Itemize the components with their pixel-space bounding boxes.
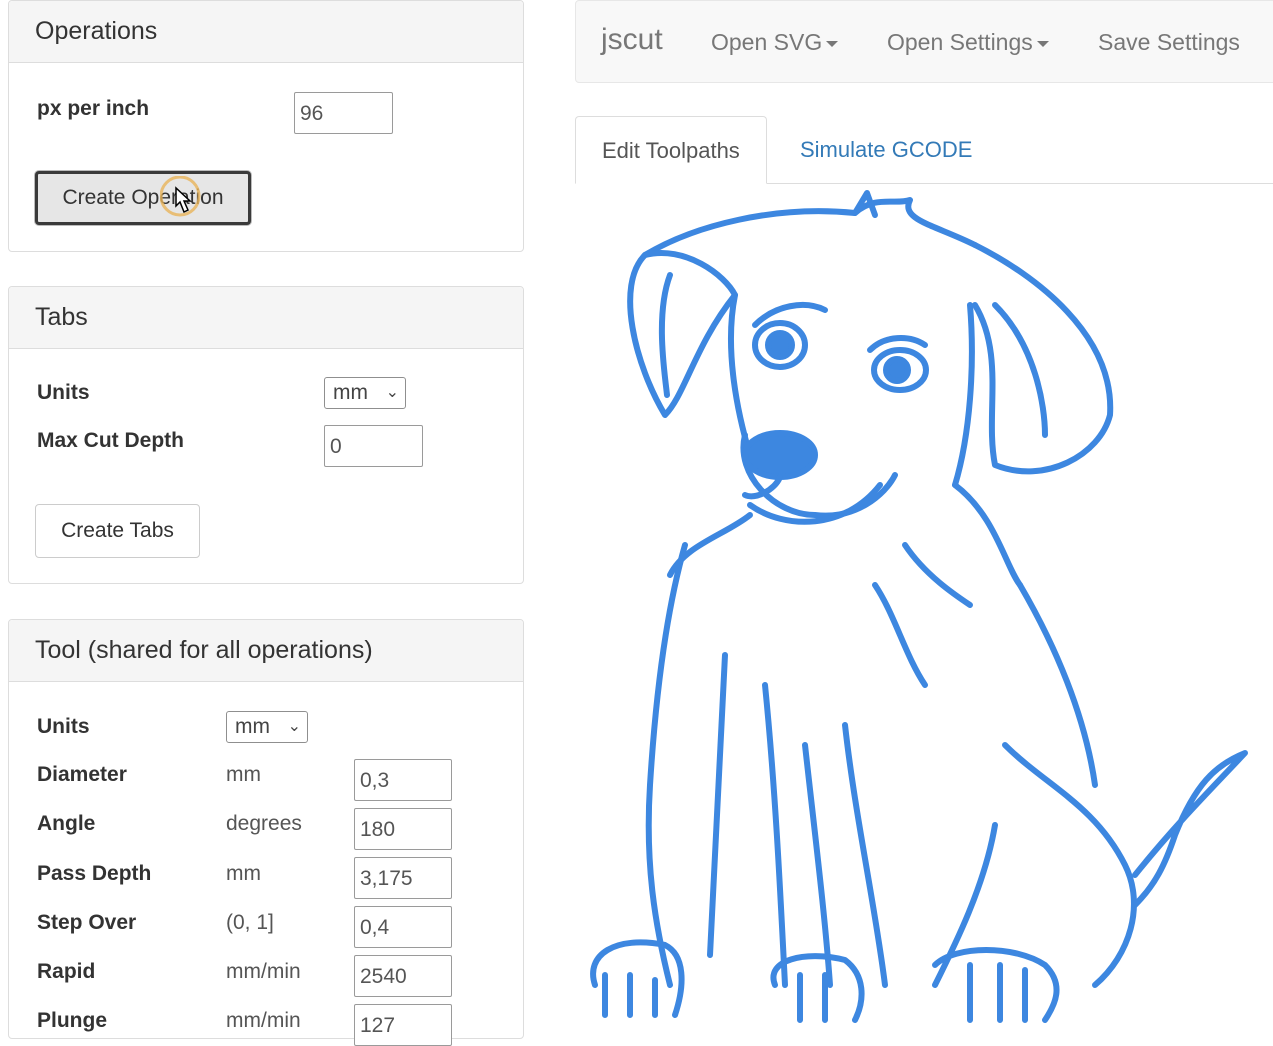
diameter-unit: mm [226, 763, 261, 786]
tabs-panel-title: Tabs [9, 287, 523, 349]
open-settings-menu[interactable]: Open Settings [887, 29, 1049, 56]
diameter-label: Diameter [37, 763, 127, 786]
tool-units-label: Units [37, 715, 90, 738]
brand-link[interactable]: jscut [601, 23, 663, 57]
px-per-inch-label: px per inch [37, 97, 150, 120]
step-over-unit: (0, 1] [226, 911, 274, 934]
tool-units-select[interactable]: mm ⌄ [226, 711, 308, 743]
tool-units-value: mm [235, 715, 270, 738]
plunge-label: Plunge [37, 1009, 108, 1032]
open-svg-menu[interactable]: Open SVG [711, 29, 839, 56]
rapid-input[interactable]: 2540 [354, 955, 452, 997]
diameter-input[interactable]: 0,3 [354, 759, 452, 801]
pass-depth-input[interactable]: 3,175 [354, 857, 452, 899]
tab-simulate-gcode[interactable]: Simulate GCODE [774, 116, 998, 184]
chevron-down-icon: ⌄ [287, 718, 301, 735]
svg-canvas[interactable] [575, 185, 1273, 1024]
tool-panel: Tool (shared for all operations) Units m… [8, 619, 524, 1046]
chevron-down-icon: ⌄ [385, 384, 399, 401]
open-settings-label: Open Settings [887, 29, 1033, 55]
plunge-input[interactable]: 127 [354, 1004, 452, 1046]
operations-panel: Operations px per inch 96 Create Operati… [8, 0, 524, 252]
rapid-unit: mm/min [226, 960, 301, 983]
px-per-inch-input[interactable]: 96 [294, 92, 393, 134]
create-operation-button[interactable]: Create Operation [35, 171, 251, 225]
caret-down-icon [826, 40, 839, 47]
tabs-panel: Tabs Units mm ⌄ Max Cut Depth 0 Create T… [8, 286, 524, 584]
top-navbar: jscut Open SVG Open Settings Save Settin… [575, 0, 1273, 83]
angle-label: Angle [37, 812, 96, 835]
step-over-input[interactable]: 0,4 [354, 906, 452, 948]
step-over-label: Step Over [37, 911, 137, 934]
save-settings-link[interactable]: Save Settings [1098, 29, 1240, 56]
open-svg-label: Open SVG [711, 29, 823, 55]
hand-pointer-icon [159, 175, 206, 227]
pass-depth-unit: mm [226, 862, 261, 885]
pass-depth-label: Pass Depth [37, 862, 152, 885]
create-tabs-button[interactable]: Create Tabs [35, 504, 200, 558]
rapid-label: Rapid [37, 960, 96, 983]
max-cut-depth-label: Max Cut Depth [37, 429, 184, 452]
tool-panel-title: Tool (shared for all operations) [9, 620, 523, 682]
caret-down-icon [1036, 40, 1049, 47]
puppy-drawing[interactable] [575, 185, 1273, 1024]
angle-unit: degrees [226, 812, 302, 835]
max-cut-depth-input[interactable]: 0 [324, 425, 423, 467]
plunge-unit: mm/min [226, 1009, 301, 1032]
operations-panel-title: Operations [9, 1, 523, 63]
tabs-units-label: Units [37, 381, 90, 404]
tabs-units-value: mm [333, 381, 368, 404]
tabs-units-select[interactable]: mm ⌄ [324, 377, 406, 409]
angle-input[interactable]: 180 [354, 808, 452, 850]
tab-edit-toolpaths[interactable]: Edit Toolpaths [575, 116, 767, 184]
